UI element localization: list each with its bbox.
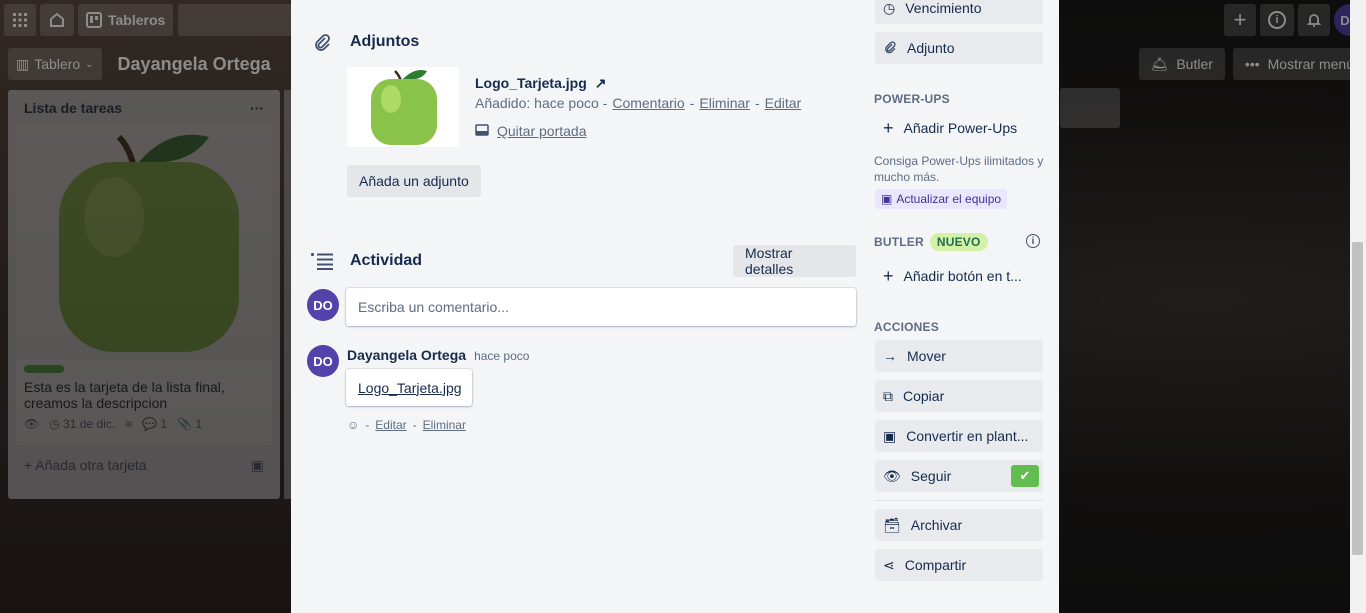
add-butler-label: Añadir botón en t...: [903, 268, 1022, 284]
butler-heading: BUTLER NUEVO: [874, 233, 988, 251]
attachment-button[interactable]: Adjunto: [875, 32, 1043, 64]
powerups-note: Consiga Power-Ups ilimitados y mucho más…: [874, 154, 1044, 184]
actions-heading: ACCIONES: [874, 320, 939, 334]
attachment-file-name[interactable]: Logo_Tarjeta.jpg: [475, 75, 587, 92]
move-button[interactable]: → Mover: [875, 340, 1043, 372]
add-powerups-button[interactable]: + Añadir Power-Ups: [875, 112, 1043, 144]
activity-entry-actions: ☺ - Editar - Eliminar: [347, 418, 466, 432]
archive-label: Archivar: [910, 517, 963, 533]
remove-cover-link[interactable]: Quitar portada: [497, 123, 587, 139]
archive-button[interactable]: 🗃 Archivar: [875, 509, 1043, 541]
arrow-right-icon: →: [883, 348, 897, 364]
attachments-header: Adjuntos: [310, 30, 419, 54]
activity-author-name[interactable]: Dayangela Ortega: [347, 347, 466, 363]
comment-input[interactable]: Escriba un comentario...: [346, 288, 856, 326]
add-reaction-icon[interactable]: ☺: [347, 418, 359, 432]
follow-label: Seguir: [910, 468, 952, 484]
activity-attachment-box: Logo_Tarjeta.jpg: [346, 369, 472, 406]
share-button[interactable]: ⋖ Compartir: [875, 549, 1043, 581]
new-badge: NUEVO: [929, 233, 988, 251]
card-detail-modal: Adjuntos Logo_Tarjeta.jpg ↗ Añadido: hac…: [291, 0, 1059, 613]
move-label: Mover: [907, 348, 946, 364]
copy-label: Copiar: [903, 388, 945, 404]
follow-check-icon: ✔: [1011, 465, 1039, 487]
template-icon: ▣: [883, 427, 897, 444]
actions-separator: -: [412, 418, 417, 432]
attachment-meta: Añadido: hace poco - Comentario - Elimin…: [475, 95, 801, 111]
upgrade-team-button[interactable]: ▣ Actualizar el equipo: [875, 189, 1008, 209]
share-icon: ⋖: [883, 556, 895, 573]
convert-template-button[interactable]: ▣ Convertir en plant...: [875, 420, 1043, 452]
meta-separator: -: [689, 95, 695, 111]
eye-icon: 👁: [883, 467, 901, 484]
attachment-delete-link[interactable]: Eliminar: [699, 95, 750, 111]
external-link-icon[interactable]: ↗: [595, 75, 607, 92]
activity-edit-link[interactable]: Editar: [375, 418, 406, 432]
convert-template-label: Convertir en plant...: [906, 428, 1029, 444]
plus-icon: +: [883, 117, 894, 138]
due-date-label: Vencimiento: [905, 0, 982, 16]
meta-separator: -: [754, 95, 760, 111]
copy-button[interactable]: ⧉ Copiar: [875, 380, 1043, 412]
activity-delete-link[interactable]: Eliminar: [423, 418, 466, 432]
add-attachment-button[interactable]: Añada un adjunto: [347, 165, 481, 197]
show-details-button[interactable]: Mostrar detalles: [733, 245, 856, 277]
scrollbar-thumb[interactable]: [1352, 242, 1363, 555]
archive-icon: 🗃: [883, 516, 901, 533]
attachment-label: Adjunto: [907, 40, 955, 56]
activity-entry-header: Dayangela Ortega hace poco: [347, 347, 529, 363]
activity-list-icon: [310, 249, 334, 273]
current-user-avatar[interactable]: DO: [307, 289, 339, 321]
butler-heading-label: BUTLER: [874, 235, 924, 249]
actions-divider: [875, 500, 1043, 501]
butler-info-icon[interactable]: i: [1026, 234, 1040, 248]
attachment-edit-link[interactable]: Editar: [765, 95, 802, 111]
clock-icon: ◷: [883, 0, 896, 16]
cover-icon: [475, 123, 489, 139]
activity-time[interactable]: hace poco: [474, 349, 529, 363]
due-date-button[interactable]: ◷ Vencimiento: [875, 0, 1043, 24]
attachments-title: Adjuntos: [350, 33, 420, 50]
activity-attachment-link[interactable]: Logo_Tarjeta.jpg: [358, 380, 462, 396]
attachment-name-row: Logo_Tarjeta.jpg ↗: [475, 75, 606, 92]
add-powerups-label: Añadir Power-Ups: [903, 120, 1018, 136]
actions-separator: -: [365, 418, 370, 432]
powerups-heading: POWER-UPS: [874, 92, 950, 106]
paperclip-icon: [310, 30, 334, 54]
share-label: Compartir: [904, 557, 967, 573]
add-butler-button[interactable]: + Añadir botón en t...: [875, 260, 1043, 292]
attachment-thumbnail[interactable]: [347, 67, 459, 147]
copy-icon: ⧉: [883, 387, 893, 404]
activity-author-avatar[interactable]: DO: [307, 345, 339, 377]
attachment-added-text: Añadido: hace poco -: [475, 95, 608, 111]
attachment-comment-link[interactable]: Comentario: [612, 95, 684, 111]
remove-cover-row[interactable]: Quitar portada: [475, 123, 587, 139]
upgrade-team-label: Actualizar el equipo: [896, 192, 1002, 206]
green-apple-thumbnail: [371, 70, 437, 145]
paperclip-icon: [883, 40, 897, 57]
briefcase-icon: ▣: [881, 192, 893, 206]
activity-header: Actividad: [310, 249, 422, 273]
plus-icon: +: [883, 265, 894, 286]
activity-title: Actividad: [350, 252, 423, 269]
